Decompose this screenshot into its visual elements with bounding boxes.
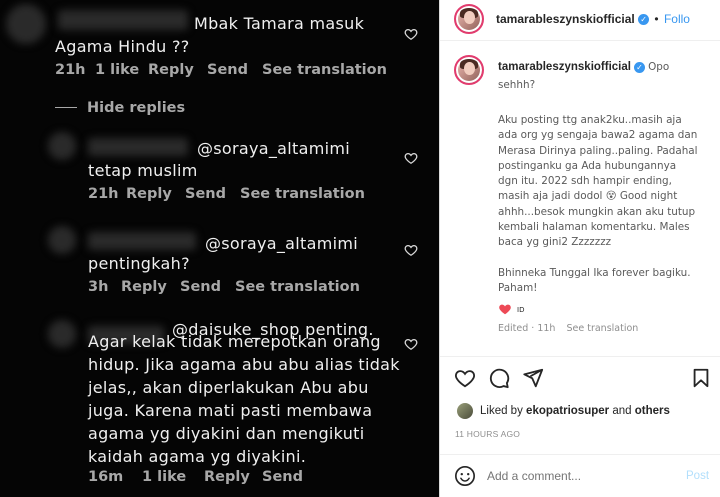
post-panel: tamarableszynskiofficial ✓ • Follo tamar…: [439, 0, 720, 497]
comment-text-line: Mbak Tamara masuk: [194, 14, 365, 33]
liked-by-prefix: Liked by: [480, 405, 523, 417]
reply-text-line: jelas,, akan diperlakukan Abu abu: [88, 378, 369, 397]
comment-bubble-icon[interactable]: [488, 367, 510, 389]
hide-replies-line: [55, 107, 77, 108]
reply-button[interactable]: Reply: [121, 279, 180, 295]
reply-text-line: Agar kelak tidak merepotkan orang: [88, 332, 381, 351]
see-translation-button[interactable]: See translation: [240, 186, 365, 202]
header-username[interactable]: tamarableszynskiofficial: [496, 12, 635, 26]
bookmark-icon[interactable]: [690, 367, 712, 389]
blurred-avatar: [48, 320, 76, 348]
reply-text-line: juga. Karena mati pasti membawa: [88, 401, 373, 420]
comment-box-divider: [440, 454, 720, 455]
reply-meta: 16m 1 like Reply Send: [88, 469, 303, 485]
blurred-username: [88, 138, 188, 156]
comment-text-line: Agama Hindu ??: [55, 37, 190, 56]
post-comment-button[interactable]: Post: [686, 470, 709, 482]
send-button[interactable]: Send: [207, 62, 262, 78]
send-button[interactable]: Send: [262, 469, 303, 485]
caption-body: Aku posting ttg anak2ku..masih aja ada o…: [498, 114, 698, 295]
verified-badge-icon: ✓: [638, 14, 650, 26]
edited-label: Edited · 11h: [498, 323, 556, 334]
blurred-username: [88, 232, 196, 250]
caption-header: tamarableszynskiofficial ✓ Opo: [498, 61, 669, 73]
reply-mention[interactable]: @soraya_altamimi: [205, 232, 358, 255]
reply-text: tetap muslim: [88, 161, 198, 180]
reply-meta: 3h Reply Send See translation: [88, 279, 360, 295]
post-header: tamarableszynskiofficial ✓ • Follo: [496, 12, 690, 26]
caption-username[interactable]: tamarableszynskiofficial: [498, 61, 631, 73]
like-heart-icon[interactable]: [404, 151, 418, 165]
reply-text-line: agama yg diyakini dan mengikuti: [88, 424, 365, 443]
liked-by-middle: and: [612, 405, 632, 417]
reply-likes-link[interactable]: 1 like: [142, 469, 204, 485]
reply-meta: 21h Reply Send See translation: [88, 186, 365, 202]
reply-button[interactable]: Reply: [148, 62, 207, 78]
caption-lead: Opo: [648, 61, 670, 73]
see-translation-button[interactable]: See translation: [235, 279, 360, 295]
reaction-heart-icon: [498, 302, 512, 316]
actions-divider: [440, 356, 720, 357]
reply-text-line: hidup. Jika agama abu abu alias tidak: [88, 355, 400, 374]
liked-by-avatar[interactable]: [457, 403, 473, 419]
emoji-icon[interactable]: [454, 465, 476, 487]
header-divider: [440, 40, 720, 41]
like-heart-icon[interactable]: [454, 367, 476, 389]
caption-avatar[interactable]: [454, 55, 484, 85]
reply-button[interactable]: Reply: [204, 469, 262, 485]
comment-meta: 21h 1 like Reply Send See translation: [55, 62, 387, 78]
see-translation-button[interactable]: See translation: [262, 62, 387, 78]
hide-replies-button[interactable]: Hide replies: [87, 100, 185, 116]
like-heart-icon[interactable]: [404, 243, 418, 257]
header-avatar[interactable]: [454, 4, 484, 34]
reply-time: 16m: [88, 469, 124, 485]
blurred-avatar: [48, 132, 76, 160]
reply-button[interactable]: Reply: [126, 186, 185, 202]
blurred-username: [58, 10, 188, 30]
caption-lead-line2: sehhh?: [498, 79, 536, 91]
liked-by-user[interactable]: ekopatriosuper: [526, 405, 609, 417]
flag-label: ID: [517, 306, 525, 314]
reply-text-line: kaidah agama yg diyakini.: [88, 447, 307, 466]
post-timestamp: 11 HOURS AGO: [455, 429, 521, 439]
comment-time: 21h: [55, 62, 86, 78]
reply-text: pentingkah?: [88, 254, 190, 273]
blurred-avatar: [6, 4, 46, 44]
header-separator: •: [654, 12, 659, 26]
liked-by-others[interactable]: others: [635, 405, 670, 417]
verified-badge-icon: ✓: [634, 61, 646, 73]
like-heart-icon[interactable]: [404, 337, 418, 351]
reply-time: 21h: [88, 186, 119, 202]
share-paper-plane-icon[interactable]: [522, 367, 544, 389]
liked-by-text: Liked by ekopatriosuper and others: [480, 405, 670, 417]
reply-time: 3h: [88, 279, 109, 295]
follow-button[interactable]: Follo: [664, 12, 690, 26]
reply-mention[interactable]: @soraya_altamimi: [197, 137, 350, 160]
like-heart-icon[interactable]: [404, 27, 418, 41]
caption-meta: Edited · 11h See translation: [498, 323, 638, 334]
comments-panel: Mbak Tamara masuk Agama Hindu ?? 21h 1 l…: [0, 0, 439, 497]
comment-likes-link[interactable]: 1 like: [95, 62, 148, 78]
see-translation-button[interactable]: See translation: [566, 323, 638, 334]
comment-input[interactable]: [487, 466, 677, 486]
send-button[interactable]: Send: [180, 279, 235, 295]
blurred-avatar: [48, 226, 76, 254]
send-button[interactable]: Send: [185, 186, 240, 202]
